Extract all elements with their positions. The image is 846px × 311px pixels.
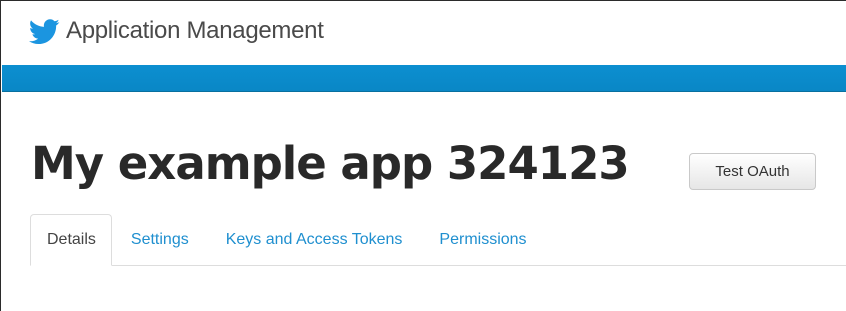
app-header: My example app 324123 xyxy=(31,137,630,190)
tab-details[interactable]: Details xyxy=(30,214,112,266)
test-oauth-button[interactable]: Test OAuth xyxy=(689,153,816,190)
blue-header-band xyxy=(2,65,846,92)
tab-label: Settings xyxy=(130,230,189,248)
twitter-bird-icon[interactable] xyxy=(29,18,60,45)
app-management-page: Application Management My example app 32… xyxy=(0,0,846,311)
top-navigation-bar: Application Management xyxy=(2,2,846,65)
tab-label: Permissions xyxy=(439,230,527,248)
page-title: My example app 324123 xyxy=(31,137,630,190)
tab-settings[interactable]: Settings xyxy=(113,214,207,265)
tab-label: Details xyxy=(47,231,96,248)
app-tabs: Details Settings Keys and Access Tokens … xyxy=(30,214,846,266)
tab-label: Keys and Access Tokens xyxy=(225,230,403,248)
tab-permissions[interactable]: Permissions xyxy=(421,214,544,265)
tab-keys-and-access-tokens[interactable]: Keys and Access Tokens xyxy=(208,214,421,265)
app-management-title[interactable]: Application Management xyxy=(66,17,324,45)
